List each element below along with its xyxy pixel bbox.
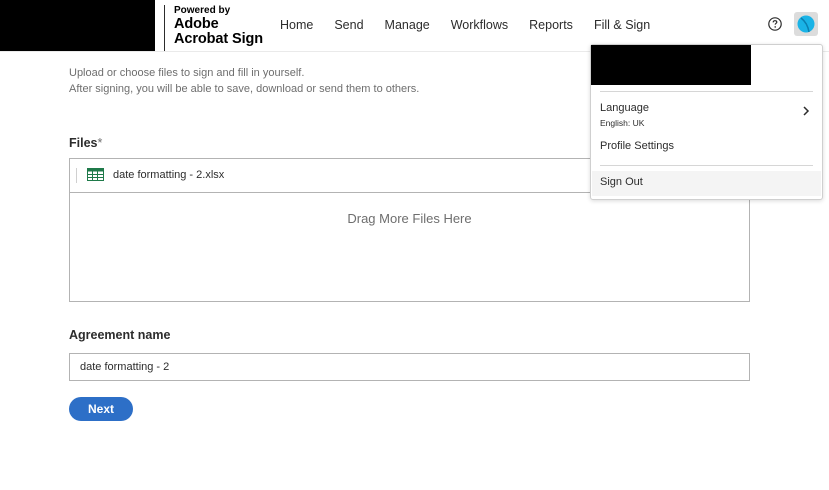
agreement-name-label: Agreement name [69,328,171,342]
drop-zone-text: Drag More Files Here [347,211,472,226]
intro-text: Upload or choose files to sign and fill … [69,65,419,97]
brand-name-line1: Adobe [174,16,219,32]
menu-sign-out[interactable]: Sign Out [592,171,821,196]
nav-home[interactable]: Home [280,18,313,32]
user-avatar-button[interactable] [794,12,818,36]
user-avatar-icon [797,15,815,33]
files-label: Files* [69,136,102,150]
redacted-logo [0,0,155,52]
user-menu-dropdown: Language English: UK Profile Settings Si… [590,44,823,200]
drag-handle[interactable] [76,168,77,183]
main-nav: Home Send Manage Workflows Reports Fill … [280,18,671,50]
menu-language-value: English: UK [600,118,645,128]
intro-line-2: After signing, you will be able to save,… [69,83,420,95]
brand-divider [164,5,165,51]
nav-send[interactable]: Send [334,18,363,32]
menu-profile-settings[interactable]: Profile Settings [600,140,674,152]
nav-manage[interactable]: Manage [385,18,430,32]
nav-reports[interactable]: Reports [529,18,573,32]
menu-language[interactable]: Language [600,102,649,114]
required-mark: * [97,136,103,150]
spreadsheet-file-icon [87,168,104,186]
menu-separator [600,91,813,92]
next-button[interactable]: Next [69,397,133,421]
nav-fill-and-sign[interactable]: Fill & Sign [593,18,651,50]
brand-logo[interactable]: Powered by Adobe Acrobat Sign [174,5,263,47]
file-name: date formatting - 2.xlsx [113,169,225,181]
help-circle-icon[interactable] [768,17,782,31]
menu-separator [600,165,813,166]
nav-workflows[interactable]: Workflows [451,18,508,32]
files-label-text: Files [69,136,98,150]
agreement-name-input[interactable] [69,353,750,381]
brand-name-line2: Acrobat Sign [174,31,264,47]
chevron-right-icon[interactable] [802,103,810,121]
redacted-user-info [591,45,751,85]
intro-line-1: Upload or choose files to sign and fill … [69,67,305,79]
sign-out-label: Sign Out [600,176,643,188]
